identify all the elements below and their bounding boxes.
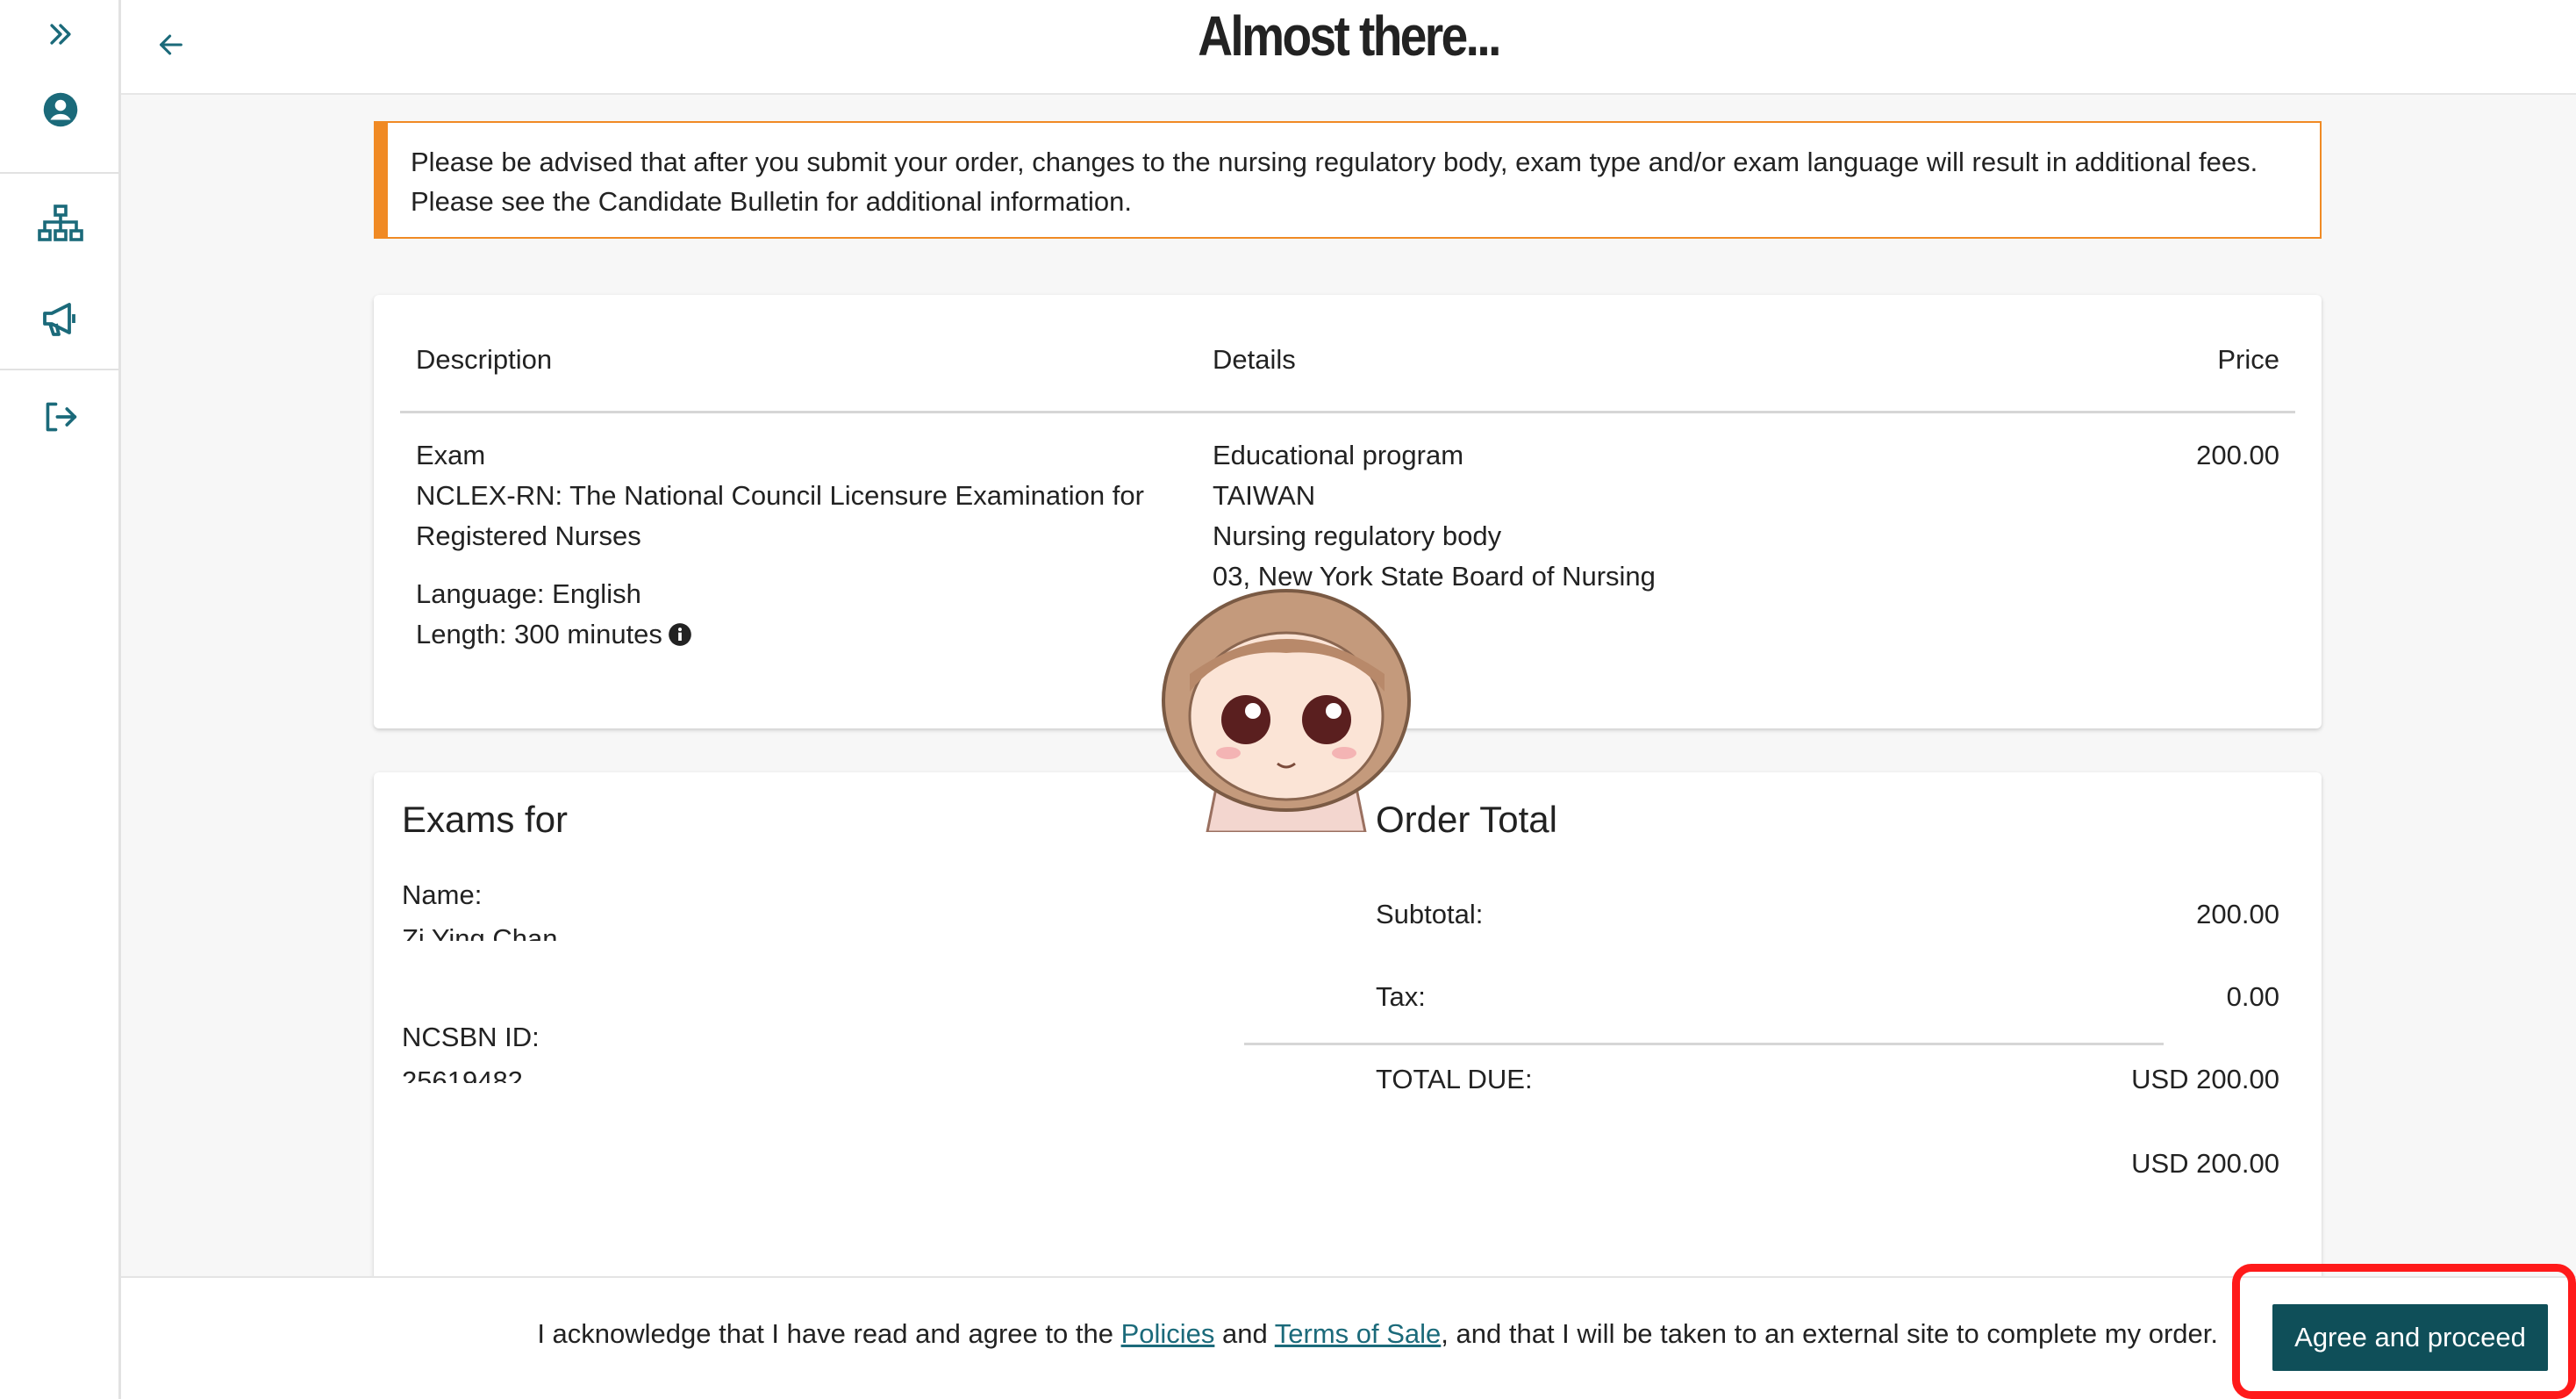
candidate-name-label: Name: [402, 879, 483, 910]
item-price: 200.00 [2196, 440, 2279, 470]
back-arrow-icon[interactable] [147, 21, 195, 68]
grand-total-value: USD 200.00 [2131, 1148, 2279, 1179]
candidate-name-value: Zi Ying Chan [402, 923, 558, 941]
table-header-divider [400, 411, 2295, 413]
ncsbn-id-label: NCSBN ID: [402, 1022, 540, 1052]
total-due-label: TOTAL DUE: [1376, 1064, 1533, 1094]
terms-of-sale-link[interactable]: Terms of Sale [1275, 1318, 1442, 1349]
ack-text-start: I acknowledge that I have read and agree… [537, 1318, 1121, 1349]
info-icon[interactable] [668, 618, 692, 658]
notice-line-1: Please be advised that after you submit … [411, 147, 2258, 177]
acknowledgement-text: I acknowledge that I have read and agree… [537, 1318, 2218, 1350]
column-header-description: Description [416, 344, 553, 375]
item-type: Exam [416, 440, 486, 470]
ack-text-end: , and that I will be taken to an externa… [1441, 1318, 2218, 1349]
exam-length: Length: 300 minutes [416, 614, 1144, 658]
column-header-details: Details [1213, 344, 1296, 375]
ncsbn-id-value: 25619482 [402, 1065, 523, 1083]
subtotal-label: Subtotal: [1376, 899, 1484, 929]
detail-regulatory-body-label: Nursing regulatory body [1213, 520, 1502, 551]
agree-and-proceed-button[interactable]: Agree and proceed [2272, 1304, 2548, 1371]
subtotal-value: 200.00 [2196, 899, 2279, 929]
policies-link[interactable]: Policies [1121, 1318, 1215, 1349]
sidebar-divider [0, 369, 121, 370]
megaphone-icon[interactable] [0, 295, 121, 342]
ack-text-and: and [1214, 1318, 1275, 1349]
tax-label: Tax: [1376, 981, 1426, 1012]
detail-educational-program-value: TAIWAN [1213, 480, 1316, 511]
exam-language: Language: English [416, 578, 641, 609]
fee-warning-notice: Please be advised that after you submit … [374, 121, 2322, 239]
sidebar-divider [0, 172, 121, 174]
main-content: Please be advised that after you submit … [121, 95, 2576, 1331]
column-header-price: Price [2217, 344, 2279, 375]
notice-line-2: Please see the Candidate Bulletin for ad… [411, 186, 1133, 217]
tax-value: 0.00 [2226, 981, 2279, 1012]
exam-name-line-2: Registered Nurses [416, 520, 641, 551]
total-divider [1244, 1043, 2164, 1045]
footer-bar: I acknowledge that I have read and agree… [121, 1276, 2576, 1399]
chibi-girl-sticker [1155, 569, 1418, 834]
user-account-icon[interactable] [0, 86, 121, 133]
sitemap-icon[interactable] [0, 200, 121, 248]
order-summary-card: Exams for Name: Zi Ying Chan NCSBN ID: 2… [374, 772, 2322, 1331]
detail-educational-program-label: Educational program [1213, 440, 1464, 470]
sidebar [0, 0, 121, 1399]
logout-icon[interactable] [0, 393, 121, 441]
exam-length-text: Length: 300 minutes [416, 619, 662, 649]
exam-name-line-1: NCLEX-RN: The National Council Licensure… [416, 480, 1144, 511]
page-title: Almost there... [1198, 4, 1501, 68]
exams-for-title: Exams for [402, 799, 569, 840]
expand-sidebar-icon[interactable] [0, 12, 121, 56]
total-due-value: USD 200.00 [2131, 1064, 2279, 1094]
exam-description: Exam NCLEX-RN: The National Council Lice… [416, 435, 1144, 658]
top-bar: Almost there... [121, 0, 2576, 95]
